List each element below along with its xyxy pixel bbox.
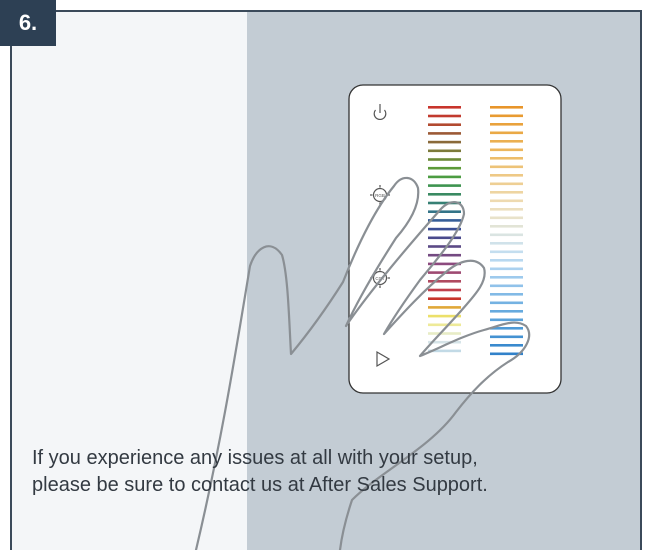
- rgb-button-label: RGB: [375, 193, 385, 198]
- color-bar[interactable]: [490, 225, 523, 228]
- color-bar[interactable]: [428, 253, 461, 257]
- color-bar[interactable]: [490, 233, 523, 237]
- color-bar[interactable]: [428, 184, 461, 187]
- color-bar[interactable]: [490, 293, 523, 296]
- color-bar[interactable]: [490, 182, 523, 186]
- color-bar[interactable]: [428, 323, 461, 327]
- color-bar[interactable]: [490, 114, 523, 118]
- color-bar[interactable]: [490, 344, 523, 347]
- color-bar[interactable]: [490, 165, 523, 169]
- color-bar[interactable]: [428, 288, 461, 292]
- color-bar[interactable]: [490, 174, 523, 177]
- color-bar[interactable]: [428, 132, 461, 135]
- color-bar[interactable]: [428, 166, 461, 170]
- color-bar[interactable]: [428, 210, 461, 213]
- color-bar[interactable]: [490, 250, 523, 254]
- color-bar[interactable]: [490, 301, 523, 305]
- color-bar[interactable]: [490, 242, 523, 245]
- color-bar[interactable]: [490, 310, 523, 313]
- color-bar[interactable]: [490, 199, 523, 203]
- color-bar[interactable]: [490, 123, 523, 126]
- color-bar[interactable]: [428, 332, 461, 335]
- color-bar[interactable]: [490, 284, 523, 288]
- color-bar[interactable]: [490, 191, 523, 194]
- instruction-line-1: If you experience any issues at all with…: [32, 447, 478, 469]
- color-bar[interactable]: [428, 123, 461, 126]
- color-bar[interactable]: [490, 267, 523, 271]
- color-bar[interactable]: [490, 131, 523, 135]
- instruction-text: If you experience any issues at all with…: [32, 445, 612, 499]
- color-bar[interactable]: [428, 175, 461, 179]
- color-bar[interactable]: [490, 276, 523, 279]
- color-bar[interactable]: [490, 259, 523, 262]
- color-bar[interactable]: [428, 297, 461, 300]
- instruction-line-2: please be sure to contact us at After Sa…: [32, 474, 488, 496]
- color-bar[interactable]: [428, 106, 461, 109]
- color-bar[interactable]: [490, 148, 523, 152]
- color-bar[interactable]: [490, 216, 523, 220]
- color-bar[interactable]: [490, 208, 523, 211]
- color-bar[interactable]: [428, 158, 461, 161]
- step-number-badge: 6.: [0, 0, 56, 46]
- color-bar[interactable]: [490, 157, 523, 160]
- color-bar[interactable]: [428, 193, 461, 196]
- color-bar[interactable]: [490, 140, 523, 143]
- color-bar[interactable]: [490, 318, 523, 322]
- color-bar[interactable]: [428, 114, 461, 118]
- color-bar[interactable]: [428, 140, 461, 144]
- color-bar[interactable]: [428, 245, 461, 248]
- color-bar[interactable]: [428, 236, 461, 240]
- instruction-card: RGB CCT 6. If you experience any issues …: [0, 0, 654, 550]
- color-bar[interactable]: [428, 149, 461, 153]
- color-bar[interactable]: [428, 227, 461, 231]
- color-bar[interactable]: [428, 306, 461, 309]
- color-bar[interactable]: [490, 106, 523, 109]
- color-bar[interactable]: [490, 335, 523, 339]
